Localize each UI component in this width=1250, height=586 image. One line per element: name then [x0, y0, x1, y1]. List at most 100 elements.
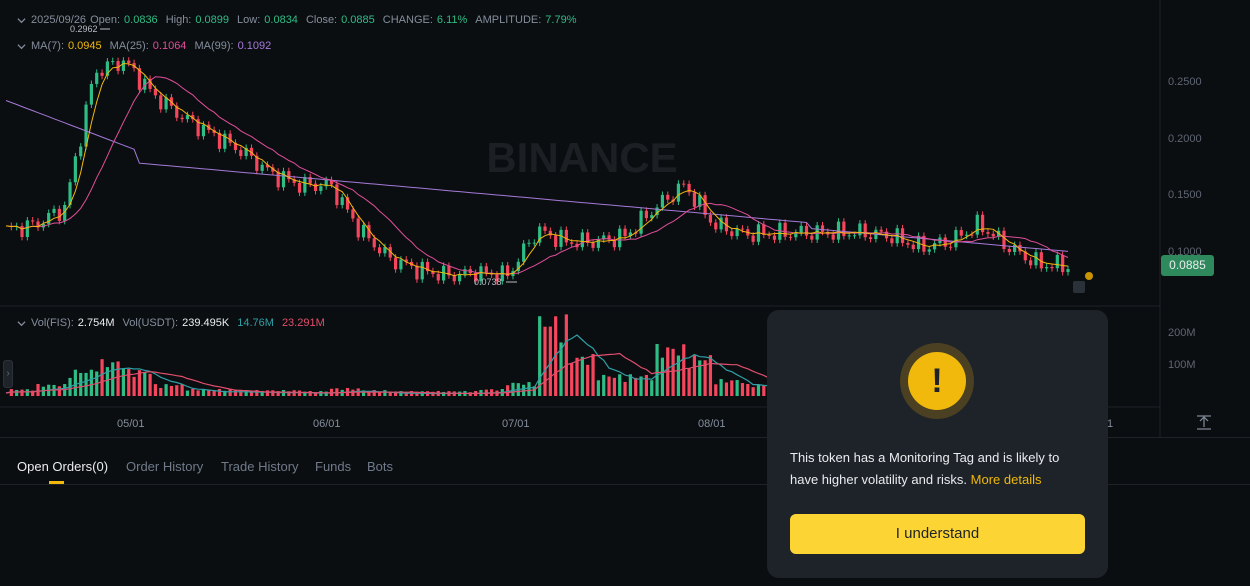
- volume-bar: [127, 369, 131, 396]
- candle-body: [730, 231, 734, 237]
- candle-body: [890, 238, 894, 244]
- tab-open-orders[interactable]: Open Orders(0): [17, 459, 108, 474]
- chevron-down-icon[interactable]: [17, 319, 26, 328]
- date-tick: 07/01: [502, 418, 530, 430]
- tab-trade-history[interactable]: Trade History: [221, 459, 299, 474]
- candle-body: [313, 183, 318, 191]
- candle-body: [906, 242, 910, 245]
- modal-message: This token has a Monitoring Tag and is l…: [790, 447, 1090, 491]
- vol-ma2-value: 23.291M: [281, 317, 325, 329]
- high-label: High:: [165, 14, 192, 26]
- volume-bar: [143, 372, 147, 396]
- volume-bar: [714, 384, 718, 396]
- chevron-down-icon[interactable]: [17, 42, 26, 51]
- active-tab-indicator: [49, 481, 64, 484]
- volume-bar: [89, 369, 93, 396]
- volume-bar: [724, 382, 729, 396]
- volume-bar: [25, 389, 29, 396]
- expand-handle-icon[interactable]: ›: [3, 360, 13, 388]
- candle-body: [831, 234, 835, 240]
- volume-bar: [682, 344, 686, 396]
- warning-icon: !: [900, 343, 974, 419]
- volume-bar: [692, 355, 697, 396]
- candle-body: [708, 214, 713, 223]
- current-price-tag: 0.0885: [1161, 255, 1214, 276]
- tab-bots[interactable]: Bots: [367, 459, 393, 474]
- ma25-value: 0.1064: [152, 40, 187, 52]
- volume-bar: [79, 372, 83, 396]
- candle-body: [735, 228, 739, 237]
- watermark: BINANCE: [486, 134, 677, 181]
- volume-bar: [506, 385, 510, 396]
- tab-order-history[interactable]: Order History: [126, 459, 203, 474]
- candle-body: [783, 222, 787, 237]
- volume-bar: [580, 356, 584, 396]
- candle-body: [372, 238, 376, 248]
- candle-body: [959, 230, 963, 236]
- candle-body: [682, 183, 686, 185]
- volume-bar: [730, 380, 734, 396]
- candle-body: [570, 242, 574, 244]
- volume-bar: [762, 385, 766, 396]
- volume-bar: [687, 368, 691, 396]
- ma7-value: 0.0945: [68, 40, 102, 52]
- volume-bar: [153, 384, 158, 396]
- candle-body: [201, 124, 206, 137]
- candle-body: [799, 225, 803, 233]
- candle-body: [954, 230, 958, 248]
- low-value: 0.0834: [264, 14, 298, 26]
- candle-body: [127, 60, 131, 64]
- candle-body: [580, 232, 584, 248]
- ma99-label: MA(99):: [194, 40, 234, 52]
- candle-body: [452, 275, 456, 282]
- candle-body: [703, 195, 707, 215]
- volume-bar: [265, 390, 270, 396]
- candle-body: [340, 197, 344, 206]
- change-value: 6.11%: [436, 14, 468, 26]
- candle-body: [1055, 254, 1059, 269]
- candle-body: [591, 242, 595, 248]
- candle-body: [639, 210, 643, 234]
- high-value: 0.0899: [195, 14, 230, 26]
- volume-readout: Vol(FIS): 2.754M Vol(USDT): 239.495K 14.…: [17, 317, 333, 329]
- candle-body: [554, 235, 558, 247]
- candle-body: [623, 228, 627, 237]
- candle-body: [1045, 267, 1049, 269]
- volume-bar: [169, 385, 174, 396]
- candle-body: [25, 220, 29, 237]
- volume-bar: [660, 357, 665, 396]
- candle-body: [847, 235, 851, 237]
- candle-body: [676, 183, 681, 202]
- volume-bar: [650, 380, 654, 396]
- alert-dot[interactable]: [1085, 272, 1093, 280]
- date-tick: 08/01: [698, 418, 726, 430]
- more-details-link[interactable]: More details: [971, 472, 1042, 487]
- volume-bar: [100, 359, 104, 396]
- price-tick: 0.1500: [1168, 189, 1202, 201]
- price-tick: 0.2000: [1168, 133, 1202, 145]
- candle-body: [303, 177, 307, 193]
- candle-body: [751, 235, 755, 242]
- candle-body: [31, 220, 35, 222]
- price-tick: 0.2500: [1168, 76, 1202, 88]
- note-icon[interactable]: [1073, 281, 1085, 293]
- candle-body: [180, 117, 184, 120]
- candle-body: [943, 237, 947, 247]
- fullscreen-icon[interactable]: [1197, 415, 1211, 430]
- chevron-down-icon[interactable]: [17, 16, 26, 25]
- volume-bar: [137, 370, 142, 396]
- volume-bar: [634, 377, 638, 396]
- volume-bar: [527, 382, 531, 396]
- monitoring-tag-modal: ! This token has a Monitoring Tag and is…: [767, 310, 1108, 578]
- candle-body: [911, 244, 915, 250]
- date-tick: 06/01: [313, 418, 341, 430]
- candle-body: [879, 229, 883, 232]
- candle-body: [991, 233, 995, 237]
- candle-body: [297, 182, 302, 193]
- tab-funds[interactable]: Funds: [315, 459, 351, 474]
- candle-body: [420, 261, 424, 280]
- candle-body: [932, 243, 937, 250]
- volume-bar: [271, 390, 275, 396]
- volume-bar: [575, 357, 579, 396]
- understand-button[interactable]: I understand: [790, 514, 1085, 554]
